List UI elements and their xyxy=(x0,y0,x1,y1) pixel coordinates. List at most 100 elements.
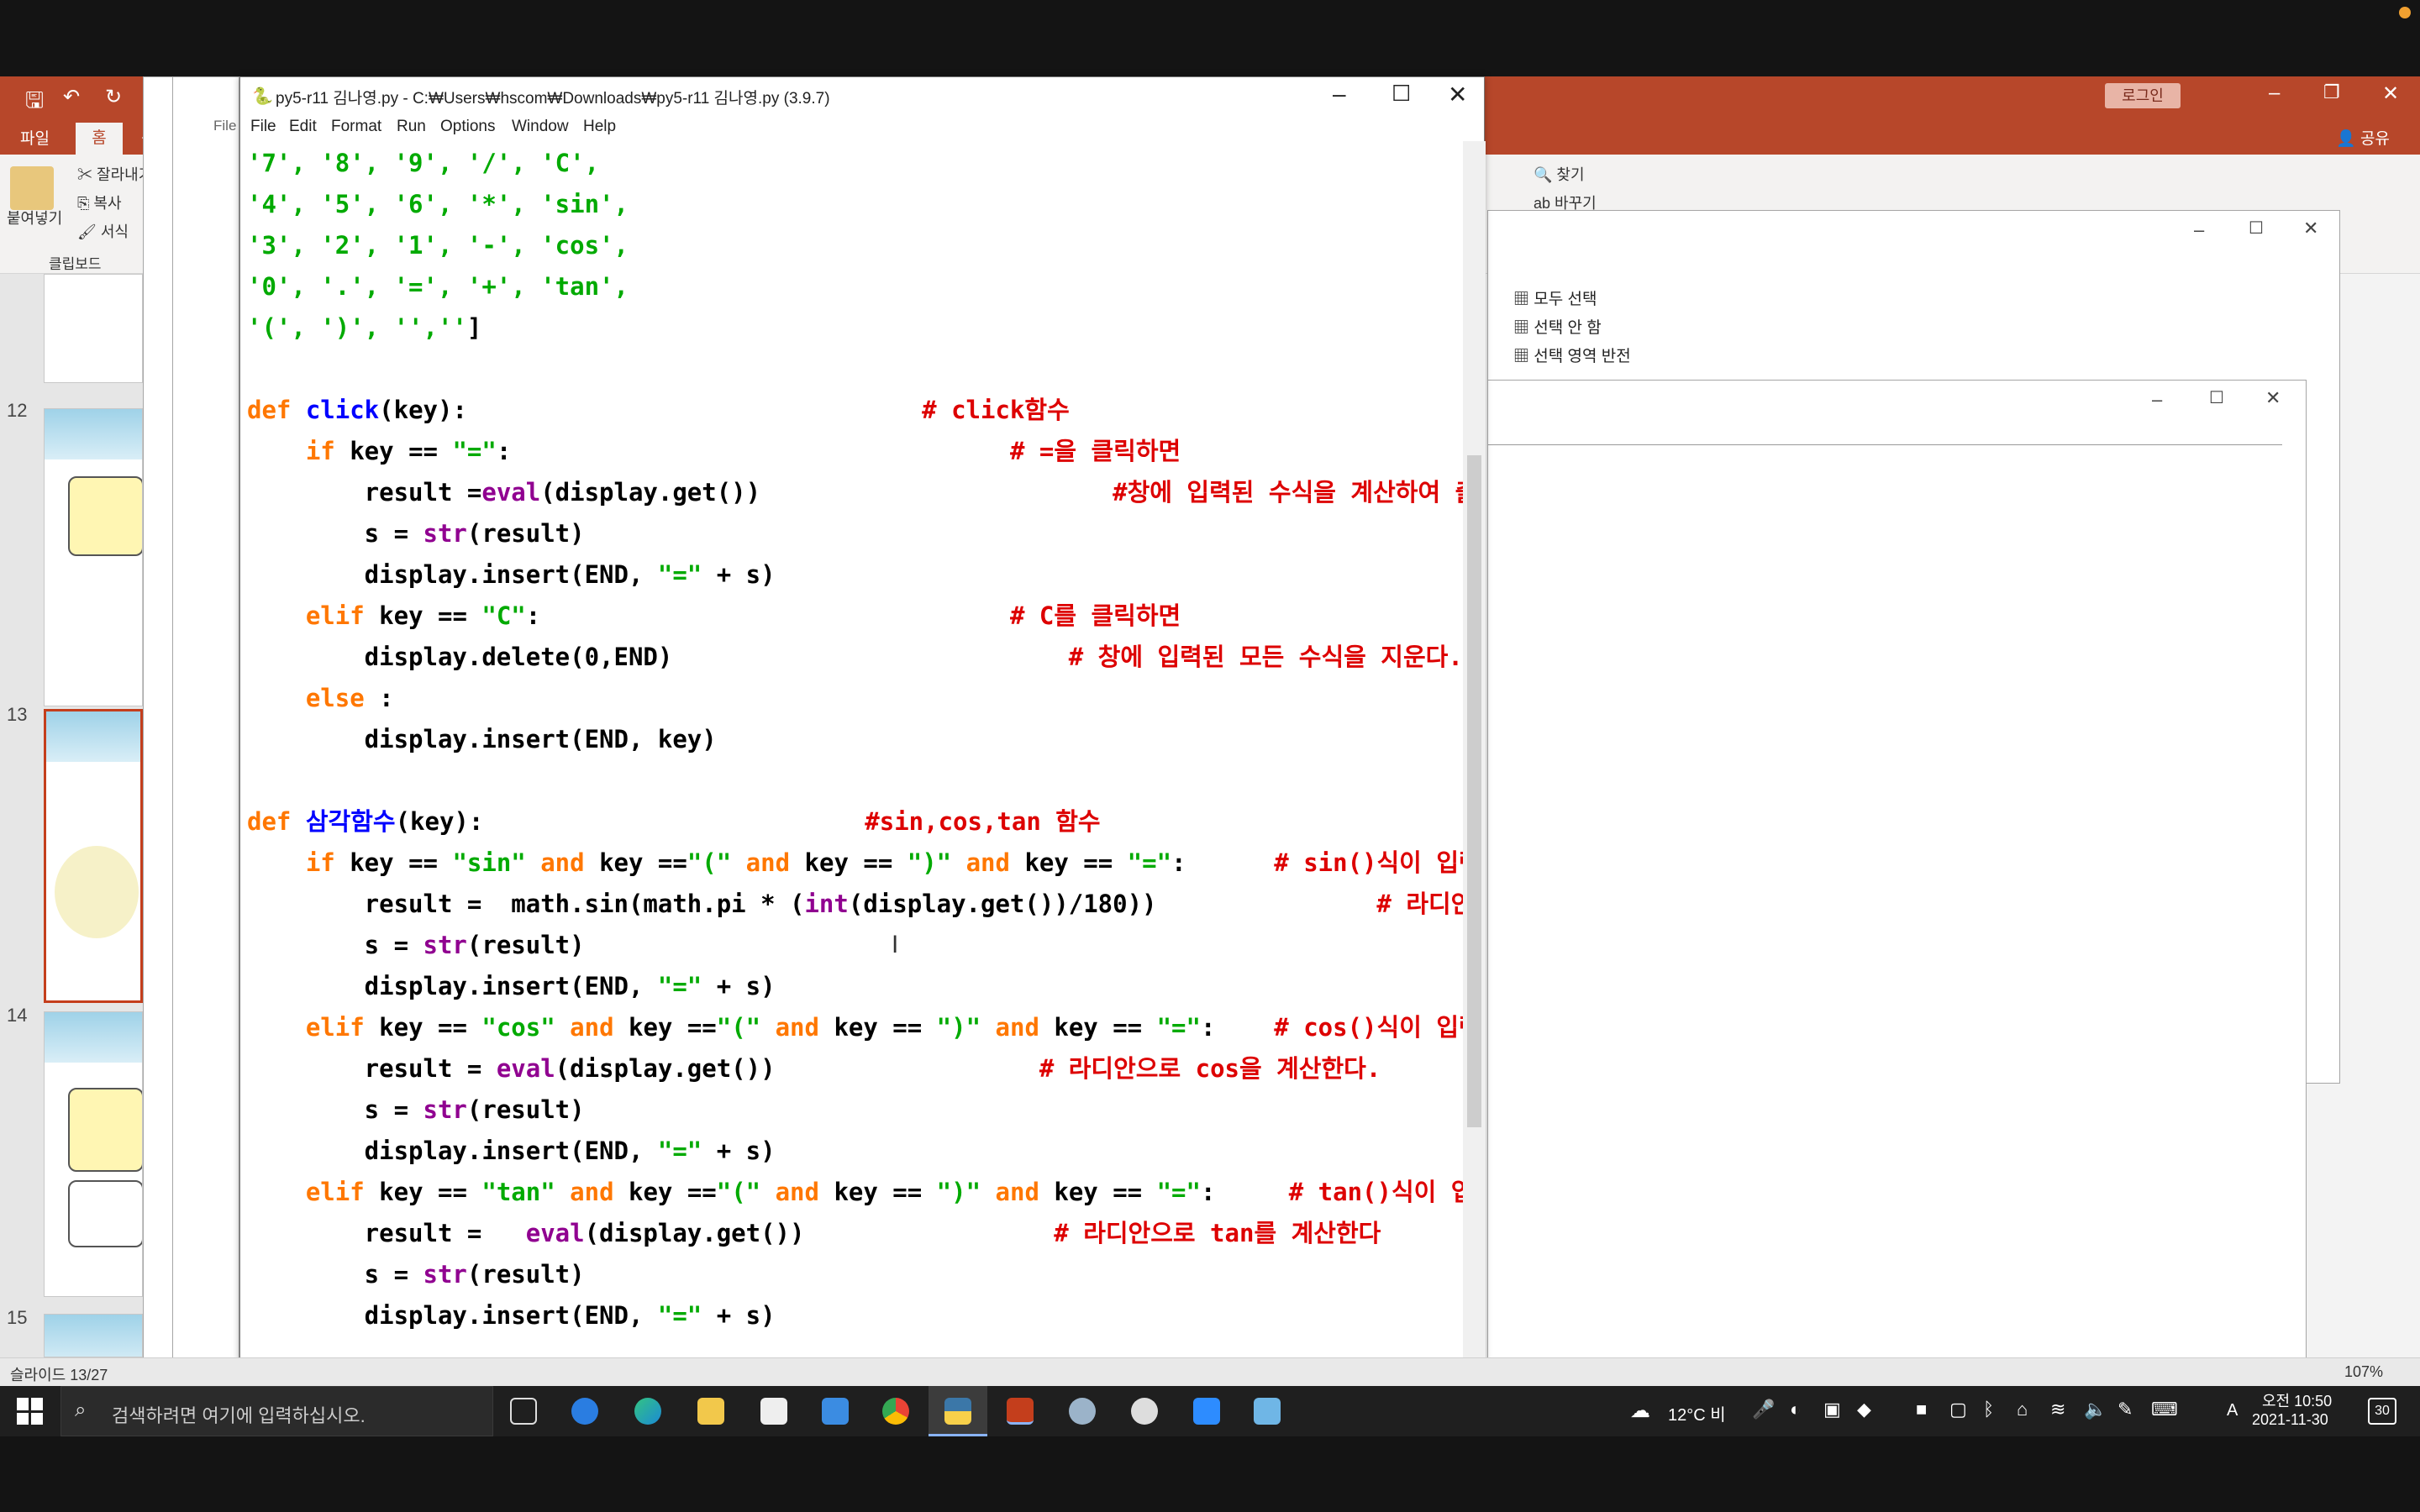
find-button[interactable]: 🔍 찾기 xyxy=(1534,163,1585,185)
code-line[interactable]: elif key == "cos" and key =="(" and key … xyxy=(247,1009,1463,1050)
close-icon[interactable]: ✕ xyxy=(2265,387,2281,409)
code-line[interactable]: display.insert(END, "=" + s) xyxy=(247,556,1463,597)
login-button[interactable]: 로그인 xyxy=(2105,83,2181,108)
network-icon[interactable]: ⌂ xyxy=(2017,1399,2028,1420)
tray-app-icon[interactable]: ◆ xyxy=(1857,1399,1871,1420)
minimize-icon[interactable]: – xyxy=(1333,81,1346,108)
code-line[interactable]: s = str(result) xyxy=(247,515,1463,556)
scrollbar-thumb[interactable] xyxy=(1467,455,1481,1127)
bluetooth-icon[interactable]: ᛒ xyxy=(1983,1399,1994,1420)
pen-icon[interactable]: ✎ xyxy=(2118,1399,2133,1420)
menu-window[interactable]: Window xyxy=(512,118,569,136)
code-line[interactable]: '4', '5', '6', '*', 'sin', xyxy=(247,186,1463,227)
code-line[interactable]: if key == "sin" and key =="(" and key ==… xyxy=(247,844,1463,885)
format-painter-button[interactable]: 🖌 서식 xyxy=(77,220,129,242)
file-explorer-icon[interactable] xyxy=(697,1398,724,1425)
code-line[interactable]: elif key == "C": # C를 클릭하면 xyxy=(247,597,1463,638)
copy-button[interactable]: ⎘ 복사 xyxy=(77,192,122,213)
menu-help[interactable]: Help xyxy=(583,118,616,136)
code-line[interactable] xyxy=(247,350,1463,391)
clock-time[interactable]: 오전 10:50 xyxy=(2262,1389,2332,1411)
code-line[interactable]: def click(key): # click함수 xyxy=(247,391,1463,433)
menu-format[interactable]: Format xyxy=(331,118,381,136)
chrome-icon[interactable] xyxy=(882,1398,909,1425)
ime-indicator[interactable]: A xyxy=(2227,1401,2238,1420)
code-line[interactable]: '7', '8', '9', '/', 'C', xyxy=(247,144,1463,186)
notepad-icon[interactable] xyxy=(1254,1398,1281,1425)
ie-icon[interactable] xyxy=(571,1398,598,1425)
paste-icon[interactable] xyxy=(10,166,54,210)
code-editor[interactable]: '7', '8', '9', '/', 'C', '4', '5', '6', '… xyxy=(240,141,1463,1387)
undo-icon[interactable]: ↶ xyxy=(63,85,80,109)
zoom-tray-icon[interactable]: ▢ xyxy=(1949,1399,1967,1420)
task-view-icon[interactable] xyxy=(510,1398,537,1425)
code-line[interactable]: else : xyxy=(247,680,1463,721)
slide-thumbnail-selected[interactable] xyxy=(44,709,143,1003)
store-icon[interactable] xyxy=(760,1398,787,1425)
zoom-level[interactable]: 107% xyxy=(2344,1363,2383,1381)
powerpoint-icon[interactable] xyxy=(1007,1398,1034,1425)
redo-icon[interactable]: ↻ xyxy=(105,85,122,109)
maximize-icon[interactable]: ☐ xyxy=(2209,387,2224,408)
code-line[interactable]: '0', '.', '=', '+', 'tan', xyxy=(247,268,1463,309)
menu-options[interactable]: Options xyxy=(440,118,495,136)
code-line[interactable]: def 삼각함수(key): #sin,cos,tan 함수 xyxy=(247,803,1463,844)
select-none-button[interactable]: ▦ 선택 안 함 xyxy=(1513,315,1602,338)
code-line[interactable]: result = math.sin(math.pi * (int(display… xyxy=(247,885,1463,927)
close-icon[interactable]: ✕ xyxy=(2382,81,2399,106)
start-button[interactable] xyxy=(17,1398,44,1425)
volume-icon[interactable]: 🔈 xyxy=(2084,1399,2107,1420)
code-line[interactable]: display.delete(0,END) # 창에 입력된 모든 수식을 지운… xyxy=(247,638,1463,680)
select-all-button[interactable]: ▦ 모두 선택 xyxy=(1513,286,1597,309)
cut-button[interactable]: ✂ 잘라내기 xyxy=(77,163,152,185)
code-line[interactable]: display.insert(END, key) xyxy=(247,721,1463,762)
code-line[interactable]: s = str(result) xyxy=(247,927,1463,968)
nvidia-icon[interactable]: ■ xyxy=(1916,1399,1927,1420)
paint-icon[interactable] xyxy=(1069,1398,1096,1425)
tray-app-icon[interactable]: ◐ xyxy=(1790,1399,1801,1420)
slide-thumbnail[interactable] xyxy=(44,1011,143,1297)
tab-home[interactable]: 홈 xyxy=(76,123,123,155)
code-line[interactable]: display.insert(END, "=" + s) xyxy=(247,968,1463,1009)
tab-file[interactable]: 파일 xyxy=(20,126,50,149)
code-line[interactable]: result = eval(display.get()) # 라디안으로 cos… xyxy=(247,1050,1463,1091)
clock-date[interactable]: 2021-11-30 xyxy=(2252,1411,2328,1429)
file-menu[interactable]: File xyxy=(213,118,236,134)
invert-selection-button[interactable]: ▦ 선택 영역 반전 xyxy=(1513,344,1631,366)
menu-file[interactable]: File xyxy=(250,118,276,136)
code-line[interactable]: result =eval(display.get()) #창에 입력된 수식을 … xyxy=(247,474,1463,515)
menu-run[interactable]: Run xyxy=(397,118,426,136)
zoom-icon[interactable] xyxy=(1193,1398,1220,1425)
taskbar-search[interactable]: ⌕ 검색하려면 여기에 입력하십시오. xyxy=(60,1386,493,1436)
background-editor-window[interactable]: File xyxy=(172,76,239,1386)
save-icon[interactable]: 🖫 xyxy=(25,85,44,122)
slide-thumbnail[interactable] xyxy=(44,1314,143,1357)
maximize-icon[interactable]: ☐ xyxy=(1392,81,1411,107)
code-line[interactable]: result = eval(display.get()) # 라디안으로 tan… xyxy=(247,1215,1463,1256)
keyboard-icon[interactable]: ⌨ xyxy=(2151,1399,2178,1420)
code-line[interactable]: '3', '2', '1', '-', 'cos', xyxy=(247,227,1463,268)
app-icon[interactable] xyxy=(1131,1398,1158,1425)
minimize-icon[interactable]: – xyxy=(2194,219,2204,241)
code-line[interactable] xyxy=(247,762,1463,803)
share-button[interactable]: 👤 공유 xyxy=(2336,126,2390,149)
code-text[interactable]: '7', '8', '9', '/', 'C', '4', '5', '6', '… xyxy=(247,144,1463,1387)
maximize-icon[interactable]: ❐ xyxy=(2323,81,2340,103)
code-line[interactable]: display.insert(END, "=" + s) xyxy=(247,1132,1463,1173)
code-line[interactable]: s = str(result) xyxy=(247,1256,1463,1297)
tray-app-icon[interactable]: ▣ xyxy=(1823,1399,1841,1420)
slide-thumbnail[interactable] xyxy=(44,274,143,383)
code-line[interactable]: if key == "=": # =을 클릭하면 xyxy=(247,433,1463,474)
close-icon[interactable]: ✕ xyxy=(1448,81,1467,108)
maximize-icon[interactable]: ☐ xyxy=(2249,218,2264,239)
menu-edit[interactable]: Edit xyxy=(289,118,317,136)
mail-icon[interactable] xyxy=(822,1398,849,1425)
minimize-icon[interactable]: – xyxy=(2269,81,2280,105)
code-line[interactable]: s = str(result) xyxy=(247,1091,1463,1132)
close-icon[interactable]: ✕ xyxy=(2303,218,2318,239)
wifi-icon[interactable]: ≋ xyxy=(2050,1399,2065,1420)
slide-thumbnail[interactable] xyxy=(44,408,143,706)
code-line[interactable]: display.insert(END, "=" + s) xyxy=(247,1297,1463,1338)
weather-text[interactable]: 12°C 비 xyxy=(1668,1401,1726,1425)
paste-button[interactable]: 붙여넣기 xyxy=(7,207,62,228)
